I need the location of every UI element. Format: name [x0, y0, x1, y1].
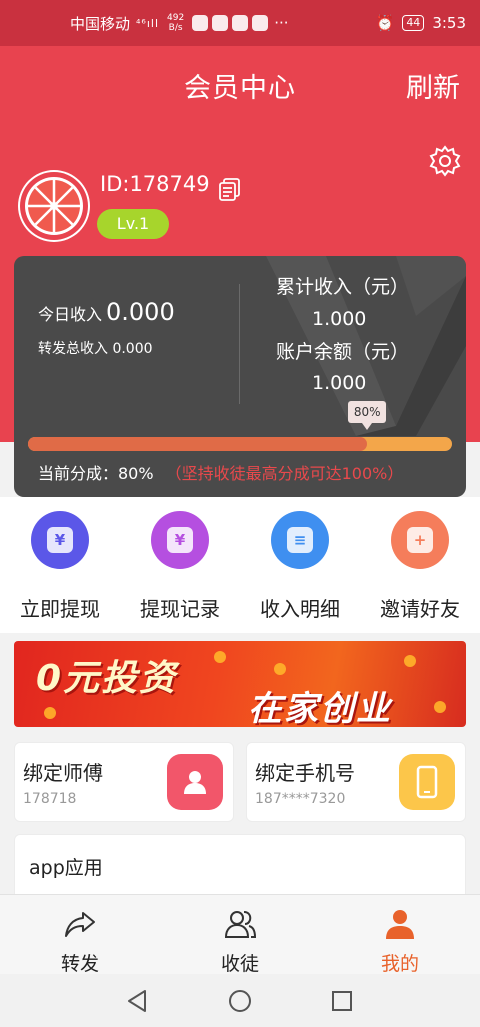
coin-decoration [404, 655, 416, 667]
clock: 3:53 [432, 14, 466, 32]
bind-phone-value: 187****7320 [255, 791, 346, 807]
app-notification-icon [192, 15, 209, 31]
add-friend-icon-glyph: + [407, 527, 433, 553]
user-icon [184, 771, 206, 794]
action-label: 立即提现 [20, 597, 100, 621]
document-icon: ≡ [271, 511, 329, 569]
network-speed-unit: B/s [168, 23, 183, 33]
tab-label: 我的 [380, 953, 419, 975]
forward-total-income: 转发总收入 0.000 [38, 341, 153, 357]
profile-icon [386, 910, 414, 939]
today-income-value: 0.000 [106, 298, 175, 326]
card-divider [239, 284, 240, 404]
promo-banner[interactable]: 0元投资 在家创业 [14, 641, 466, 727]
avatar[interactable] [18, 170, 90, 242]
bind-master-value: 178718 [23, 791, 77, 807]
action-withdraw-records[interactable]: ¥ 提现记录 [120, 497, 240, 633]
coin-decoration [434, 701, 446, 713]
battery-icon: 44 [402, 15, 425, 31]
coin-decoration [44, 707, 56, 719]
system-nav-bar [0, 974, 480, 1027]
action-withdraw[interactable]: ¥ 立即提现 [0, 497, 120, 633]
cumulative-income-label: 累计收入（元） [276, 276, 410, 298]
grapefruit-avatar-icon [20, 172, 88, 240]
balance-label: 账户余额（元） [276, 341, 410, 363]
recents-icon[interactable] [329, 988, 355, 1014]
action-invite-friends[interactable]: + 邀请好友 [360, 497, 480, 633]
signal-icon: ⁴⁶ıll [136, 16, 160, 30]
tab-forward[interactable]: 转发 [0, 895, 160, 975]
banner-subheadline: 在家创业 [248, 689, 392, 727]
app-notification-icon [232, 15, 249, 31]
status-bar: 中国移动 ⁴⁶ıll 492 B/s ··· ⏰ 44 3:53 [0, 0, 480, 46]
app-header: 会员中心 刷新 [0, 46, 480, 120]
bind-master-label: 绑定师傅 [23, 761, 103, 785]
phone-icon-wrap [399, 754, 455, 810]
tab-disciples[interactable]: 收徒 [160, 895, 320, 975]
action-label: 邀请好友 [380, 597, 460, 621]
tab-label: 收徒 [220, 953, 259, 975]
settings-gear-icon[interactable] [428, 144, 462, 178]
tab-label: 转发 [60, 953, 99, 975]
disciples-icon [224, 911, 257, 938]
app-notification-icon [252, 15, 269, 31]
copy-icon[interactable] [217, 176, 243, 202]
network-speed: 492 B/s [167, 13, 184, 33]
status-right: ⏰ 44 3:53 [376, 14, 466, 32]
quick-actions: ¥ 立即提现 ¥ 提现记录 ≡ 收入明细 + 邀请好友 [0, 497, 480, 633]
bind-phone-label: 绑定手机号 [255, 761, 355, 785]
notification-icons [192, 15, 269, 31]
banner-headline: 0元投资 [36, 658, 178, 699]
share-progress-bar [28, 437, 452, 451]
tab-mine[interactable]: 我的 [320, 895, 480, 975]
document-icon-glyph: ≡ [287, 527, 313, 553]
coin-decoration [214, 651, 226, 663]
alarm-icon: ⏰ [375, 14, 395, 32]
app-notification-icon [212, 15, 229, 31]
back-icon[interactable] [125, 988, 151, 1014]
current-share: 当前分成：80% （坚持收徒最高分成可达100%） [38, 460, 403, 484]
share-percent-bubble: 80% [348, 401, 387, 430]
add-friend-icon: + [391, 511, 449, 569]
action-label: 提现记录 [140, 597, 220, 621]
overflow-icon: ··· [274, 14, 289, 32]
receipt-icon: ¥ [151, 511, 209, 569]
action-label: 收入明细 [260, 597, 340, 621]
balance-value: 1.000 [312, 372, 367, 394]
wallet-icon-glyph: ¥ [47, 527, 73, 553]
share-progress-fill [28, 437, 368, 451]
cumulative-income-value: 1.000 [312, 308, 367, 330]
today-income-label: 今日收入 [38, 305, 103, 324]
phone-icon [416, 765, 438, 799]
wallet-icon: ¥ [31, 511, 89, 569]
receipt-icon-glyph: ¥ [167, 527, 193, 553]
level-badge: Lv.1 [97, 209, 169, 239]
coin-decoration [274, 663, 286, 675]
app-section-title: app应用 [29, 857, 103, 879]
today-income: 今日收入 0.000 [38, 298, 175, 326]
network-speed-value: 492 [167, 13, 185, 23]
home-icon[interactable] [227, 988, 253, 1014]
share-hint: （坚持收徒最高分成可达100%） [165, 464, 404, 483]
share-icon [65, 912, 95, 937]
carrier-name: 中国移动 [70, 14, 131, 33]
user-id: ID:178749 [100, 172, 210, 196]
refresh-button[interactable]: 刷新 [406, 66, 460, 105]
income-card: 今日收入 0.000 转发总收入 0.000 累计收入（元） 1.000 账户余额… [14, 256, 466, 497]
master-user-icon [167, 754, 223, 810]
current-share-label: 当前分成：80% [38, 464, 154, 483]
action-income-details[interactable]: ≡ 收入明细 [240, 497, 360, 633]
bind-master-card[interactable]: 绑定师傅 178718 [14, 742, 234, 822]
bottom-tab-bar: 转发 收徒 我的 [0, 894, 480, 975]
bind-phone-card[interactable]: 绑定手机号 187****7320 [246, 742, 466, 822]
